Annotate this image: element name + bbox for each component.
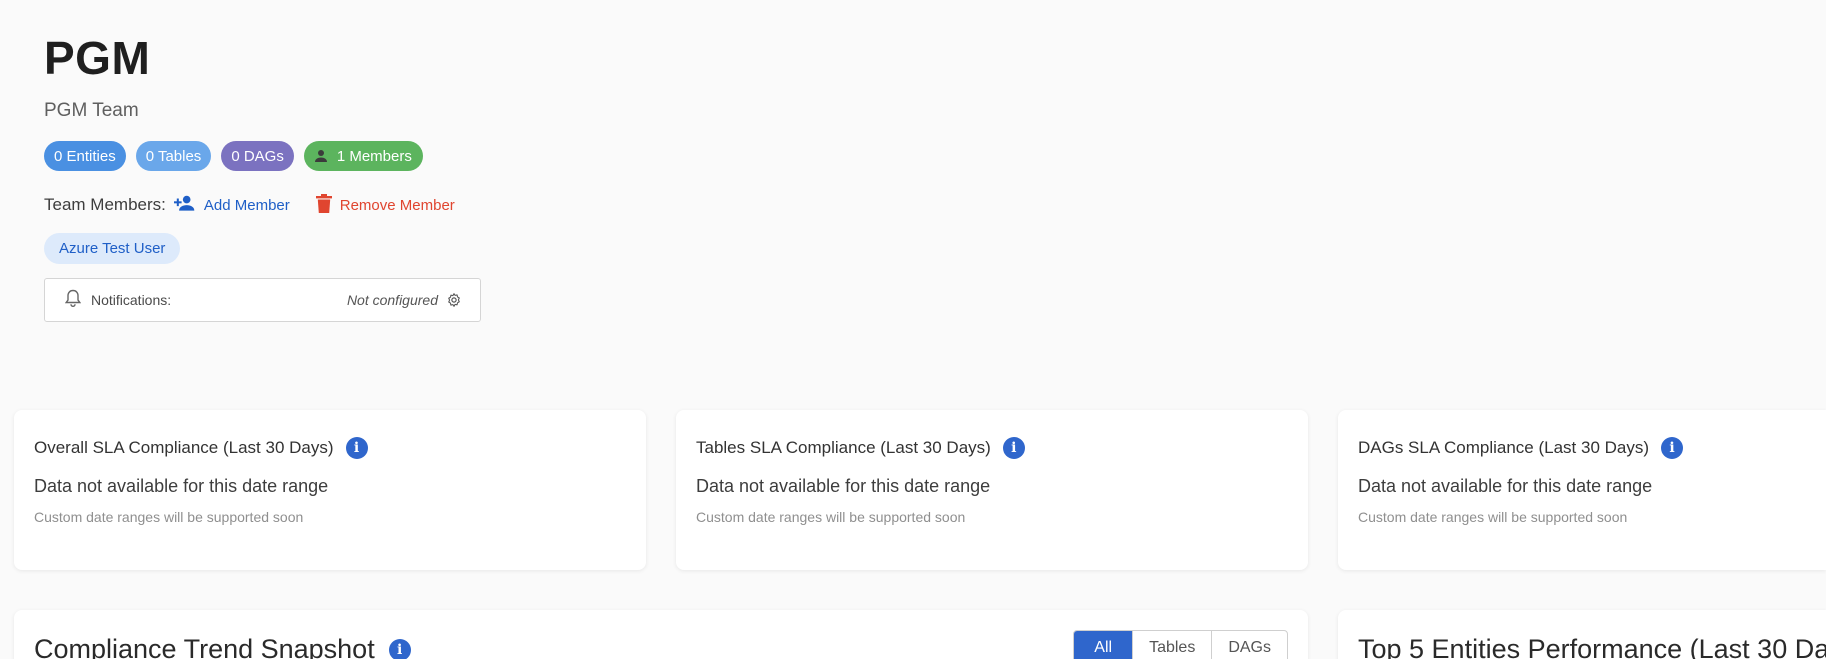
add-member-button[interactable]: Add Member xyxy=(173,193,290,217)
team-page: PGM PGM Team 0 Entities 0 Tables 0 DAGs … xyxy=(0,0,1826,659)
dags-sla-card: DAGs SLA Compliance (Last 30 Days) i Dat… xyxy=(1338,410,1826,570)
team-members-row: Team Members: Add Member Remove Member xyxy=(44,193,481,217)
card-message: Data not available for this date range xyxy=(696,476,991,496)
notifications-label: Notifications: xyxy=(91,292,172,308)
team-header: PGM PGM Team 0 Entities 0 Tables 0 DAGs … xyxy=(44,30,481,322)
trash-icon xyxy=(315,193,332,217)
card-title: DAGs SLA Compliance (Last 30 Days) xyxy=(1358,438,1650,457)
top-entities-title: Top 5 Entities Performance (Last 30 Days… xyxy=(1358,634,1826,659)
bell-icon xyxy=(64,289,82,312)
filter-all-button[interactable]: All xyxy=(1074,631,1133,659)
remove-member-button[interactable]: Remove Member xyxy=(315,193,455,217)
entities-count-chip: 0 Entities xyxy=(44,141,126,171)
add-member-label: Add Member xyxy=(203,196,290,214)
info-icon[interactable]: i xyxy=(345,437,368,459)
top-entities-card: Top 5 Entities Performance (Last 30 Days… xyxy=(1338,610,1826,659)
card-subtext: Custom date ranges will be supported soo… xyxy=(1358,509,1628,525)
notifications-status: Not configured xyxy=(346,292,438,308)
filter-tables-button[interactable]: Tables xyxy=(1132,631,1211,659)
stats-chips: 0 Entities 0 Tables 0 DAGs 1 Members xyxy=(44,141,481,171)
card-subtext: Custom date ranges will be supported soo… xyxy=(34,509,304,525)
tables-sla-card: Tables SLA Compliance (Last 30 Days) i D… xyxy=(676,410,1308,570)
card-message: Data not available for this date range xyxy=(34,476,329,496)
card-title: Tables SLA Compliance (Last 30 Days) xyxy=(696,438,991,457)
dags-count-chip: 0 DAGs xyxy=(221,141,294,171)
gear-icon[interactable] xyxy=(446,292,462,308)
notifications-box: Notifications: Not configured xyxy=(44,278,481,322)
compliance-trend-header: Compliance Trend Snapshot i xyxy=(34,634,411,659)
member-tag[interactable]: Azure Test User xyxy=(44,233,181,264)
members-count-chip: 1 Members xyxy=(303,141,423,171)
members-count-label: 1 Members xyxy=(336,147,412,165)
team-description: PGM Team xyxy=(44,100,139,121)
card-subtext: Custom date ranges will be supported soo… xyxy=(696,509,966,525)
filter-dags-button[interactable]: DAGs xyxy=(1211,631,1287,659)
compliance-trend-title: Compliance Trend Snapshot xyxy=(34,634,375,659)
card-message: Data not available for this date range xyxy=(1358,476,1653,496)
info-icon[interactable]: i xyxy=(388,638,411,659)
person-add-icon xyxy=(173,194,196,216)
page-title: PGM xyxy=(44,32,151,84)
team-members-label: Team Members: xyxy=(44,195,166,214)
tables-count-chip: 0 Tables xyxy=(135,141,212,171)
info-icon[interactable]: i xyxy=(1002,437,1025,459)
info-icon[interactable]: i xyxy=(1661,437,1684,459)
person-icon xyxy=(312,147,330,165)
compliance-trend-card: Compliance Trend Snapshot i All Tables D… xyxy=(14,610,1308,659)
trend-filter-toggle: All Tables DAGs xyxy=(1073,630,1288,659)
card-title: Overall SLA Compliance (Last 30 Days) xyxy=(34,438,334,457)
remove-member-label: Remove Member xyxy=(339,196,455,214)
overall-sla-card: Overall SLA Compliance (Last 30 Days) i … xyxy=(14,410,646,570)
